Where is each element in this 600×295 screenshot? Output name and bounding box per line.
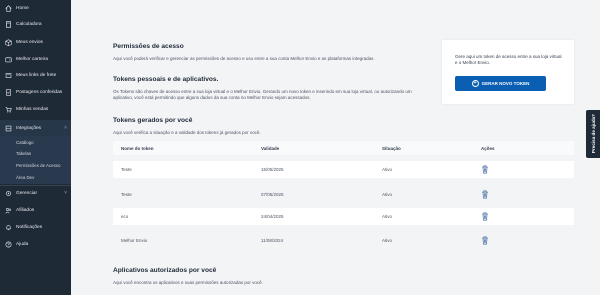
token-validity: 24/04/2025 (261, 214, 284, 219)
token-status: Ativo (382, 214, 393, 219)
sidebar-item-calculadora[interactable]: Calculadora (0, 16, 71, 32)
sidebar-item-label: Melhor carteira (16, 56, 48, 62)
column-header: Validade (261, 146, 280, 151)
link-icon (0, 72, 16, 79)
permissions-text: Aqui você poderá verificar e gerenciar a… (113, 56, 375, 61)
wallet-icon (0, 56, 16, 63)
help-icon (0, 241, 16, 248)
authorized-title: Aplicativos autorizados por você (113, 267, 217, 274)
token-card-text: Gere aqui um token de acesso entre a sua… (455, 54, 562, 65)
sidebar-item-meus-links[interactable]: Meus links de frete (0, 67, 71, 83)
trash-icon[interactable] (481, 212, 489, 221)
table-row: Melhor Envio 11/08/2024 Ativo (113, 232, 574, 249)
sidebar-item-label: Meus envios (16, 39, 43, 45)
main-content: Permissões de acesso Aqui você poderá ve… (71, 0, 600, 295)
submenu-item-catalogo[interactable]: Catálogo (16, 140, 34, 145)
calculator-icon (0, 20, 16, 28)
sidebar-item-label: Ajuda (16, 241, 29, 247)
sidebar-item-gerenciar[interactable]: Gerenciar ˅ (0, 185, 71, 201)
authorized-text: Aqui você encontra os aplicativos e suas… (113, 280, 263, 285)
sidebar-item-label: Afiliados (16, 207, 35, 213)
sidebar-item-home[interactable]: Home (0, 0, 71, 16)
generate-token-label: GERAR NOVO TOKEN (481, 81, 530, 86)
sidebar-item-label: Integrações (16, 125, 42, 131)
table-header: Nome do token Validade Situação Ações (113, 141, 574, 155)
generated-text: Aqui você verifica a situação e a valida… (113, 130, 261, 135)
token-card: Gere aqui um token de acesso entre a sua… (442, 40, 574, 104)
table-row: eco 24/04/2025 Ativo (113, 208, 574, 225)
sidebar-item-label: Postagens conferidas (16, 89, 63, 95)
generated-title: Tokens gerados por você (113, 117, 193, 124)
box-icon (0, 38, 16, 46)
submenu-item-permissoes[interactable]: Permissões de Acesso (16, 163, 60, 168)
generate-token-button[interactable]: + GERAR NOVO TOKEN (455, 76, 546, 91)
sidebar-item-melhor-carteira[interactable]: Melhor carteira (0, 51, 71, 67)
sidebar-item-label: Home (16, 5, 29, 11)
submenu-item-tabelas[interactable]: Tabelas (16, 151, 31, 156)
token-validity: 11/08/2024 (261, 238, 284, 243)
column-header: Situação (382, 146, 401, 151)
token-status: Ativo (382, 238, 393, 243)
trash-icon[interactable] (481, 190, 489, 199)
sidebar-item-postagens[interactable]: Postagens conferidas (0, 84, 71, 100)
token-name: Teste (121, 192, 132, 197)
sidebar-item-afiliados[interactable]: Afiliados (0, 202, 71, 218)
submenu-item-area-dev[interactable]: Área Dev (16, 175, 34, 180)
help-tab[interactable]: Precisa de ajuda? (586, 110, 600, 158)
table-row: Teste 15/05/2025 Ativo (113, 161, 574, 178)
sidebar: Home Calculadora Meus envios Melhor cart… (0, 0, 71, 295)
token-validity: 07/05/2025 (261, 192, 284, 197)
checklist-icon (0, 88, 16, 96)
token-validity: 15/05/2025 (261, 167, 284, 172)
token-name: Teste (121, 167, 132, 172)
trash-icon[interactable] (481, 236, 489, 245)
token-status: Ativo (382, 167, 393, 172)
sidebar-item-minhas-vendas[interactable]: Minhas vendas (0, 101, 71, 117)
sidebar-item-label: Minhas vendas (16, 106, 49, 112)
sidebar-item-label: Notificações (16, 224, 43, 230)
plus-icon: + (471, 79, 479, 87)
tokens-title: Tokens pessoais e de aplicativos. (113, 76, 219, 83)
chevron-up-icon: ˄ (64, 125, 67, 131)
sidebar-item-integracoes[interactable]: Integrações ˄ (0, 120, 71, 136)
help-tab-label: Precisa de ajuda? (590, 114, 596, 154)
home-icon (0, 4, 16, 12)
integration-icon (0, 125, 16, 132)
token-name: eco (121, 214, 129, 219)
table-row: Teste 07/05/2025 Ativo (113, 186, 574, 203)
gear-icon (0, 190, 16, 197)
integracoes-submenu: Catálogo Tabelas Permissões de Acesso Ár… (0, 136, 71, 184)
column-header: Nome do token (121, 146, 154, 151)
trash-icon[interactable] (481, 165, 489, 174)
permissions-title: Permissões de acesso (113, 43, 184, 50)
chevron-down-icon: ˅ (64, 190, 67, 196)
column-header: Ações (481, 146, 495, 151)
sidebar-item-ajuda[interactable]: Ajuda (0, 236, 71, 252)
sidebar-item-meus-envios[interactable]: Meus envios (0, 34, 71, 50)
sidebar-item-label: Meus links de frete (16, 72, 57, 78)
sidebar-item-label: Gerenciar (16, 190, 38, 196)
cart-icon (0, 106, 16, 113)
token-name: Melhor Envio (121, 238, 148, 243)
sidebar-item-label: Calculadora (16, 21, 42, 27)
bell-icon (0, 224, 16, 231)
tokens-text: Os Tokens são chaves de acesso entre a s… (113, 89, 412, 100)
affiliates-icon (0, 207, 16, 214)
sidebar-item-notificacoes[interactable]: Notificações (0, 219, 71, 235)
token-status: Ativo (382, 192, 393, 197)
